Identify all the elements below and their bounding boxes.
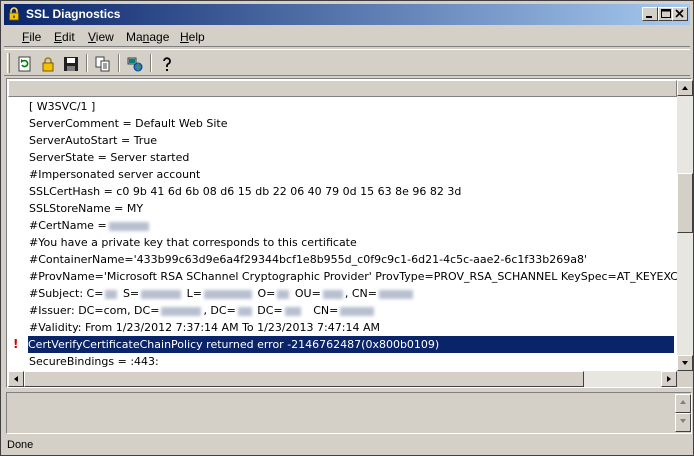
- arrow-up-icon: [680, 400, 686, 404]
- toolbar-separator: [150, 54, 152, 72]
- refresh-button[interactable]: [14, 53, 36, 75]
- toolbar-separator: [118, 54, 120, 72]
- arrow-down-icon: [680, 419, 686, 423]
- vertical-scroll-thumb[interactable]: [677, 173, 693, 233]
- detail-scroll-up-button[interactable]: [675, 394, 691, 413]
- log-line[interactable]: ServerState = Server started: [29, 149, 189, 166]
- lock-icon: [42, 57, 54, 72]
- scroll-up-button[interactable]: [677, 80, 693, 96]
- arrow-right-icon: [667, 376, 671, 382]
- app-window: SSL Diagnostics File Edit View Manage He…: [0, 0, 694, 456]
- window-title: SSL Diagnostics: [26, 7, 121, 21]
- lock-button[interactable]: [37, 53, 59, 75]
- help-icon: [163, 57, 171, 71]
- redacted-value: [277, 289, 290, 299]
- vertical-scrollbar[interactable]: [677, 80, 693, 371]
- redacted-value: [284, 306, 301, 316]
- redacted-value: [340, 306, 375, 316]
- arrow-down-icon: [682, 361, 688, 365]
- arrow-up-icon: [682, 86, 688, 90]
- save-icon: [64, 57, 78, 71]
- copy-icon: [95, 56, 110, 72]
- toolbar: [4, 49, 690, 76]
- redacted-value: [108, 221, 149, 231]
- log-line[interactable]: SSLCertHash = c0 9b 41 6d 6b 08 d6 15 db…: [29, 183, 461, 200]
- menu-file[interactable]: File: [22, 30, 41, 44]
- detail-pane[interactable]: [6, 392, 692, 434]
- log-line[interactable]: SSLStoreName = MY: [29, 200, 143, 217]
- log-text: #Subject:: [29, 287, 84, 300]
- log-line-issuer[interactable]: #Issuer: DC=com, DC=, DC= DC= CN=: [29, 302, 376, 319]
- log-line-subject[interactable]: #Subject: C= S= L= O= OU=, CN=: [29, 285, 415, 302]
- network-icon: [127, 57, 143, 72]
- copy-button[interactable]: [92, 53, 114, 75]
- log-line[interactable]: #You have a private key that corresponds…: [29, 234, 357, 251]
- menu-edit[interactable]: Edit: [54, 30, 75, 44]
- status-text: Done: [7, 439, 34, 451]
- redacted-value: [105, 289, 118, 299]
- redacted-value: [378, 289, 413, 299]
- log-line[interactable]: #Impersonated server account: [29, 166, 200, 183]
- log-line-error-selected[interactable]: CertVerifyCertificateChainPolicy returne…: [28, 336, 674, 353]
- menu-view[interactable]: View: [88, 30, 114, 44]
- redacted-value: [161, 306, 202, 316]
- menu-manage[interactable]: Manage: [126, 30, 169, 44]
- toolbar-grip[interactable]: [7, 53, 10, 73]
- redacted-value: [141, 289, 182, 299]
- log-text: #CertName =: [29, 219, 107, 232]
- log-line[interactable]: ServerAutoStart = True: [29, 132, 157, 149]
- log-line[interactable]: #ProvName='Microsoft RSA SChannel Crypto…: [29, 268, 677, 285]
- refresh-icon: [18, 56, 31, 72]
- scroll-down-button[interactable]: [677, 355, 693, 371]
- menu-bar: File Edit View Manage Help: [4, 27, 690, 47]
- detail-vertical-scrollbar[interactable]: [675, 394, 691, 432]
- redacted-value: [204, 289, 253, 299]
- save-button[interactable]: [60, 53, 82, 75]
- error-icon: !: [13, 337, 19, 351]
- scroll-right-button[interactable]: [661, 371, 677, 387]
- log-line-certname[interactable]: #CertName =: [29, 217, 151, 234]
- lock-icon: [7, 7, 21, 21]
- log-line[interactable]: #ContainerName='433b99c63d9e6a4f29344bcf…: [29, 251, 587, 268]
- status-bar: Done: [4, 436, 690, 454]
- log-content[interactable]: [ W3SVC/1 ] ServerComment = Default Web …: [8, 98, 677, 371]
- minimize-button[interactable]: [642, 7, 658, 21]
- help-button[interactable]: [156, 53, 178, 75]
- log-pane: [ W3SVC/1 ] ServerComment = Default Web …: [6, 78, 693, 388]
- toolbar-separator: [86, 54, 88, 72]
- log-line[interactable]: ServerComment = Default Web Site: [29, 115, 227, 132]
- log-line[interactable]: #Validity: From 1/23/2012 7:37:14 AM To …: [29, 319, 380, 336]
- column-header[interactable]: [8, 80, 677, 97]
- log-line[interactable]: [ W3SVC/1 ]: [29, 98, 95, 115]
- scroll-left-button[interactable]: [8, 371, 24, 387]
- scrollbar-corner: [677, 371, 693, 387]
- horizontal-scrollbar[interactable]: [8, 371, 677, 387]
- title-bar[interactable]: SSL Diagnostics: [4, 4, 690, 25]
- close-button[interactable]: [672, 7, 688, 21]
- arrow-left-icon: [14, 376, 18, 382]
- menu-help[interactable]: Help: [180, 30, 205, 44]
- horizontal-scroll-thumb[interactable]: [24, 371, 584, 387]
- detail-scroll-down-button[interactable]: [675, 413, 691, 432]
- network-button[interactable]: [124, 53, 146, 75]
- log-line[interactable]: SecureBindings = :443:: [29, 353, 159, 370]
- redacted-value: [237, 306, 252, 316]
- log-text: #Issuer:: [29, 304, 75, 317]
- redacted-value: [322, 289, 343, 299]
